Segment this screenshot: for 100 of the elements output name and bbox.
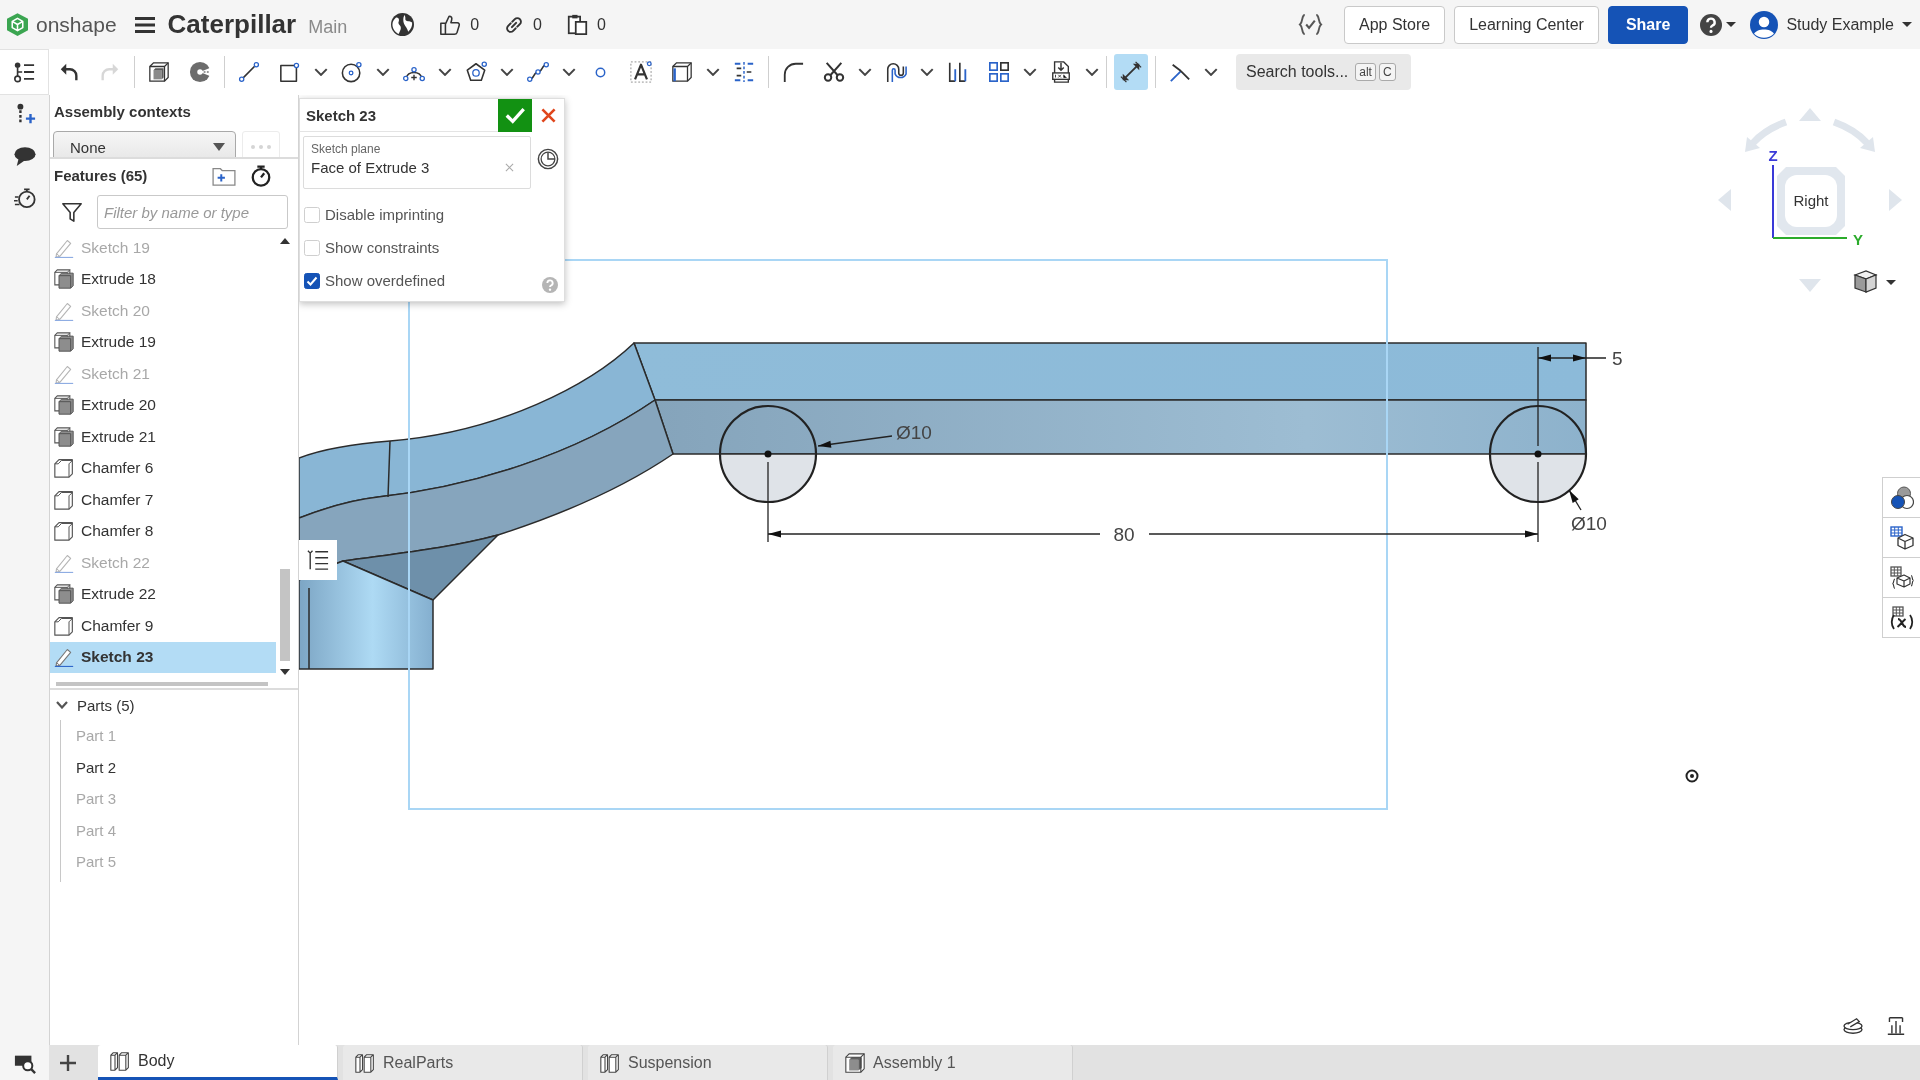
- accept-button[interactable]: [498, 98, 532, 132]
- part-item[interactable]: Part 2: [76, 751, 260, 783]
- scrollbar-thumb[interactable]: [280, 569, 290, 661]
- side-panel-button[interactable]: [1882, 597, 1920, 638]
- redo-icon: [99, 61, 121, 83]
- add-folder-icon[interactable]: [212, 165, 236, 186]
- search-tools-button[interactable]: Search tools... alt C: [1236, 54, 1411, 90]
- clock-icon[interactable]: [537, 148, 559, 170]
- cube-icon: [148, 61, 170, 83]
- links-button[interactable]: 0: [504, 14, 542, 35]
- disk-stack-icon[interactable]: [1842, 1017, 1864, 1035]
- feature-item[interactable]: Extrude 22: [50, 578, 276, 610]
- boxes-icon: [110, 1051, 130, 1071]
- caret-icon[interactable]: [1726, 22, 1737, 27]
- checkbox[interactable]: [304, 272, 320, 289]
- stopwatch-icon[interactable]: [250, 164, 272, 187]
- thumbs-up-icon: [439, 13, 462, 36]
- caret-icon[interactable]: [500, 68, 514, 76]
- feature-item[interactable]: Extrude 21: [50, 421, 276, 453]
- pencil-icon: [54, 300, 74, 321]
- toolbar-button[interactable]: [1114, 54, 1148, 90]
- document-tab[interactable]: Assembly 1: [833, 1045, 1073, 1080]
- feature-item[interactable]: Extrude 19: [50, 326, 276, 358]
- caret-icon: [213, 143, 225, 151]
- file-import-icon: [1050, 61, 1072, 83]
- feature-item[interactable]: Chamfer 9: [50, 610, 276, 642]
- chamfered-box-icon: [54, 521, 74, 542]
- sketch-list-button[interactable]: [299, 540, 337, 580]
- help-icon[interactable]: [1700, 13, 1723, 36]
- dimension-label: Ø10: [1571, 513, 1607, 534]
- linear-pattern-icon: [947, 61, 969, 83]
- feature-item[interactable]: Chamfer 6: [50, 452, 276, 484]
- checkbox-label: Disable imprinting: [325, 206, 445, 223]
- feature-tree-icon[interactable]: [13, 61, 35, 83]
- braces-check-icon[interactable]: [1298, 13, 1323, 36]
- dimension-label: 5: [1612, 348, 1623, 369]
- disc-icon: [189, 61, 211, 83]
- speech-bubble-icon[interactable]: [13, 145, 36, 167]
- fillet-icon: [782, 61, 804, 83]
- point-icon: [594, 66, 606, 78]
- caret-icon[interactable]: [1204, 68, 1218, 76]
- spline-icon: [527, 61, 549, 83]
- chevron-down-icon[interactable]: [56, 701, 68, 709]
- scrollbar[interactable]: [56, 682, 268, 686]
- header-button[interactable]: Learning Center: [1454, 5, 1599, 44]
- caret-icon: [1902, 22, 1912, 27]
- dimension-label: Ø10: [896, 422, 932, 443]
- cube-icon: [845, 1052, 865, 1073]
- header-button[interactable]: App Store: [1344, 5, 1446, 44]
- leader-arrow: [1568, 489, 1582, 511]
- grid-parentheses-icon: [1889, 605, 1914, 630]
- caret-icon[interactable]: [920, 68, 934, 76]
- target-icon[interactable]: [1685, 769, 1699, 783]
- caret-icon[interactable]: [376, 68, 390, 76]
- like-button[interactable]: 0: [439, 13, 480, 36]
- feature-item[interactable]: Chamfer 8: [50, 515, 276, 547]
- feature-item[interactable]: Sketch 23: [50, 641, 276, 673]
- pentagon-icon: [465, 61, 487, 83]
- close-button[interactable]: [532, 98, 564, 132]
- caret-icon[interactable]: [1023, 68, 1037, 76]
- offset-icon: [885, 61, 907, 83]
- side-panel-button[interactable]: [1882, 477, 1920, 518]
- caret-icon[interactable]: [858, 68, 872, 76]
- share-button[interactable]: Share: [1607, 5, 1689, 44]
- caret-icon[interactable]: [1886, 280, 1896, 285]
- caret-icon[interactable]: [706, 68, 720, 76]
- globe-icon[interactable]: [391, 13, 415, 36]
- document-tab[interactable]: Body: [98, 1045, 338, 1080]
- menu-icon[interactable]: [134, 16, 155, 33]
- caret-icon[interactable]: [438, 68, 452, 76]
- dimension-label: 80: [1113, 524, 1135, 545]
- logo-text: onshape: [36, 12, 117, 37]
- document-tab[interactable]: RealParts: [343, 1045, 583, 1080]
- document-title: Caterpillar: [167, 9, 297, 40]
- user-menu[interactable]: Study Example: [1750, 10, 1912, 39]
- list-icon: [307, 549, 329, 571]
- plus-icon: [60, 1054, 76, 1071]
- filter-icon[interactable]: [61, 201, 83, 223]
- caret-icon[interactable]: [314, 68, 328, 76]
- caret-icon[interactable]: [1085, 68, 1099, 76]
- pedestal-icon[interactable]: [1886, 1017, 1906, 1035]
- feature-item[interactable]: Extrude 20: [50, 389, 276, 421]
- feature-item[interactable]: Extrude 18: [50, 263, 276, 295]
- view-cube[interactable]: Right: [1777, 167, 1845, 235]
- circle-icon: [341, 61, 363, 83]
- caret-icon[interactable]: [562, 68, 576, 76]
- copies-button[interactable]: 0: [567, 14, 606, 35]
- stopwatch-icon[interactable]: [13, 187, 36, 209]
- document-tab[interactable]: Suspension: [588, 1045, 828, 1080]
- feature-item[interactable]: Chamfer 7: [50, 484, 276, 516]
- more-icon: [251, 145, 271, 149]
- logo-icon[interactable]: [7, 13, 28, 36]
- shaded-cube-icon[interactable]: [1853, 270, 1878, 293]
- context-dropdown[interactable]: None: [53, 131, 236, 157]
- box-stack-icon: [54, 395, 74, 416]
- filter-field[interactable]: Filter by name or type: [97, 195, 288, 229]
- sketch-plane-field[interactable]: Sketch plane Face of Extrude 3: [303, 136, 531, 189]
- box-stack-icon: [54, 426, 74, 447]
- workspace-name: Main: [308, 17, 348, 38]
- section-title: Parts (5): [77, 696, 135, 714]
